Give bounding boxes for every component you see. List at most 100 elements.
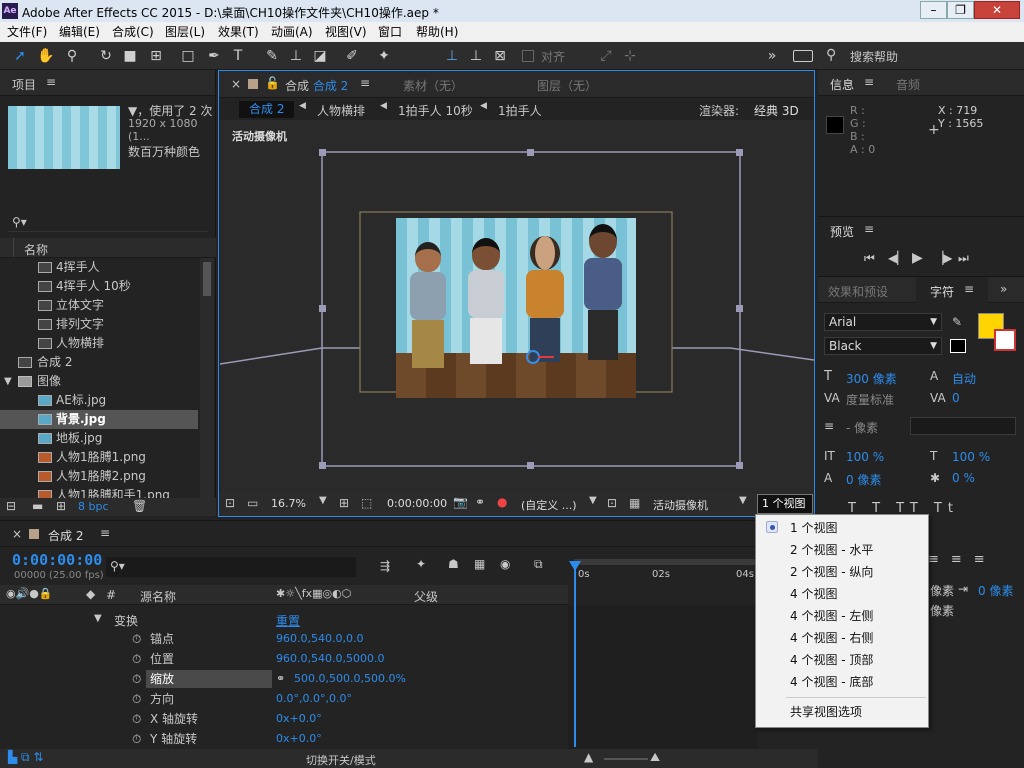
help-search-icon[interactable]: ⚲	[826, 47, 836, 63]
stroke-width-value[interactable]: - 像素	[846, 419, 878, 436]
tsume-value[interactable]: 0 %	[952, 471, 975, 485]
menu-layer[interactable]: 图层(L)	[165, 24, 205, 40]
region-icon[interactable]: ⬚	[361, 496, 372, 510]
font-style-select[interactable]: Black ▼	[824, 337, 942, 355]
more-tools-icon[interactable]: »	[762, 46, 782, 66]
clone-stamp-tool-icon[interactable]: ⊥	[286, 46, 306, 66]
interpret-footage-icon[interactable]: ⊟	[6, 499, 16, 513]
list-item-selected[interactable]: 背景.jpg	[0, 410, 198, 429]
new-composition-icon[interactable]: ⊞	[56, 499, 66, 513]
frame-blending-icon[interactable]: ▦	[474, 557, 485, 571]
roto-brush-tool-icon[interactable]: ✐	[342, 46, 362, 66]
delete-icon[interactable]: 🗑	[132, 499, 147, 513]
character-tab[interactable]: 字符	[930, 283, 954, 300]
playhead[interactable]	[569, 561, 581, 747]
channel-icon[interactable]: ●	[497, 495, 507, 509]
more-panels-icon[interactable]: »	[1000, 282, 1007, 296]
show-snapshot-icon[interactable]: ⚭	[475, 495, 485, 509]
close-tab-icon[interactable]: ×	[231, 77, 241, 91]
black-swatch[interactable]	[950, 339, 966, 353]
expand-arrow-icon[interactable]: ▼	[94, 613, 102, 624]
comp-viewer[interactable]: 活动摄像机	[220, 120, 814, 493]
name-column-header[interactable]: 名称	[24, 241, 48, 258]
snap-grid-icon[interactable]: ⊹	[620, 46, 640, 66]
rectangle-tool-icon[interactable]: □	[178, 46, 198, 66]
snapshot-icon[interactable]: 📷	[453, 495, 468, 509]
zoom-select[interactable]: 16.7%	[271, 497, 306, 510]
list-item[interactable]: 人物1胳膊1.png	[0, 448, 198, 467]
puppet-tool-icon[interactable]: ✦	[374, 46, 394, 66]
stopwatch-icon[interactable]: ⏱	[132, 709, 141, 729]
close-tab-icon[interactable]: ×	[12, 527, 22, 541]
play-icon[interactable]: ▶	[912, 250, 923, 266]
kerning-value[interactable]: 度量标准	[846, 391, 894, 408]
baseline-shift-value[interactable]: 0 像素	[846, 471, 881, 488]
menu-file[interactable]: 文件(F)	[7, 24, 47, 40]
info-tab[interactable]: 信息	[830, 76, 854, 93]
project-search-input[interactable]: ⚲▾	[8, 214, 208, 232]
panel-menu-icon[interactable]: ≡	[100, 526, 110, 540]
list-item[interactable]: 排列文字	[0, 315, 198, 334]
panel-menu-icon[interactable]: ≡	[864, 222, 874, 236]
comp-timecode[interactable]: 0:00:00:00	[387, 497, 447, 510]
property-value[interactable]: 0x+0.0°	[276, 729, 322, 749]
tracking-value[interactable]: 0	[952, 391, 960, 405]
list-item[interactable]: 4挥手人 10秒	[0, 277, 198, 296]
stopwatch-icon[interactable]: ⏱	[132, 689, 141, 709]
menu-effect[interactable]: 效果(T)	[218, 24, 259, 40]
panel-menu-icon[interactable]: ≡	[964, 282, 974, 296]
comp-mini-flowchart-icon[interactable]: ⇶	[380, 559, 390, 573]
list-item[interactable]: AE标.jpg	[0, 391, 198, 410]
list-item[interactable]: 4挥手人	[0, 258, 198, 277]
stroke-color-swatch[interactable]	[994, 329, 1016, 351]
world-axis-icon[interactable]: ⊥	[466, 46, 486, 66]
menu-item-2-view-vertical[interactable]: 2 个视图 - 纵向	[756, 561, 928, 583]
zoom-slider[interactable]	[604, 758, 648, 760]
zoom-tool-icon[interactable]: ⚲	[62, 46, 82, 66]
last-frame-icon[interactable]: ⏭	[958, 251, 969, 266]
list-item[interactable]: 地板.jpg	[0, 429, 198, 448]
property-value[interactable]: 0x+0.0°	[276, 709, 322, 729]
audio-tab[interactable]: 音频	[896, 76, 920, 93]
time-ruler[interactable]: 0s 02s 04s	[568, 551, 758, 587]
view-axis-icon[interactable]: ⊠	[490, 46, 510, 66]
menu-composition[interactable]: 合成(C)	[112, 24, 154, 40]
font-size-value[interactable]: 300 像素	[846, 370, 897, 387]
work-area-bar[interactable]	[574, 559, 758, 565]
stopwatch-icon[interactable]: ⏱	[132, 629, 141, 649]
panel-menu-icon[interactable]: ≡	[46, 75, 56, 89]
selection-tool-icon[interactable]: ➚	[10, 46, 30, 66]
bpc-button[interactable]: 8 bpc	[78, 500, 109, 513]
camera-tool-icon[interactable]: ■	[120, 46, 140, 66]
menu-item-1-view[interactable]: 1 个视图	[756, 517, 928, 539]
zoom-out-icon[interactable]: ▲	[584, 750, 593, 764]
property-value[interactable]: 500.0,500.0,500.0%	[294, 669, 406, 689]
expand-arrow-icon[interactable]: ▼	[4, 372, 12, 391]
timeline-tab[interactable]: 合成 2	[48, 527, 83, 544]
previous-frame-icon[interactable]: ◀▏	[888, 251, 906, 265]
timeline-timecode[interactable]: 0:00:00:00	[12, 551, 102, 569]
renderer-value[interactable]: 经典 3D	[754, 102, 799, 119]
menu-item-share-view-options[interactable]: 共享视图选项	[756, 701, 928, 723]
text-tool-icon[interactable]: T	[228, 46, 248, 66]
lock-icon[interactable]: 🔓	[265, 76, 280, 90]
snap-options-icon[interactable]: ⤢	[596, 46, 616, 66]
menu-item-4-view[interactable]: 4 个视图	[756, 583, 928, 605]
zoom-in-icon[interactable]: ⛰	[650, 750, 660, 765]
rotate-tool-icon[interactable]: ↻	[96, 46, 116, 66]
x-axis-handle[interactable]	[538, 356, 554, 358]
menu-animation[interactable]: 动画(A)	[271, 24, 313, 40]
toggle-switches-modes[interactable]: 切换开关/模式	[306, 752, 376, 768]
resolution-select[interactable]: (自定义 ...)	[521, 497, 577, 513]
workspace-icon[interactable]	[793, 50, 813, 62]
minimize-button[interactable]: –	[920, 1, 947, 19]
horizontal-scale-value[interactable]: 100 %	[952, 450, 990, 464]
pen-tool-icon[interactable]: ✒	[204, 46, 224, 66]
brush-tool-icon[interactable]: ✎	[262, 46, 282, 66]
vertical-scale-value[interactable]: 100 %	[846, 450, 884, 464]
safe-margins-icon[interactable]: ⊞	[339, 496, 349, 510]
list-item[interactable]: 人物1胳膊和手1.png	[0, 486, 198, 498]
menu-help[interactable]: 帮助(H)	[416, 24, 458, 40]
layer-tab[interactable]: 图层（无）	[537, 77, 597, 94]
menu-item-4-view-top[interactable]: 4 个视图 - 顶部	[756, 649, 928, 671]
